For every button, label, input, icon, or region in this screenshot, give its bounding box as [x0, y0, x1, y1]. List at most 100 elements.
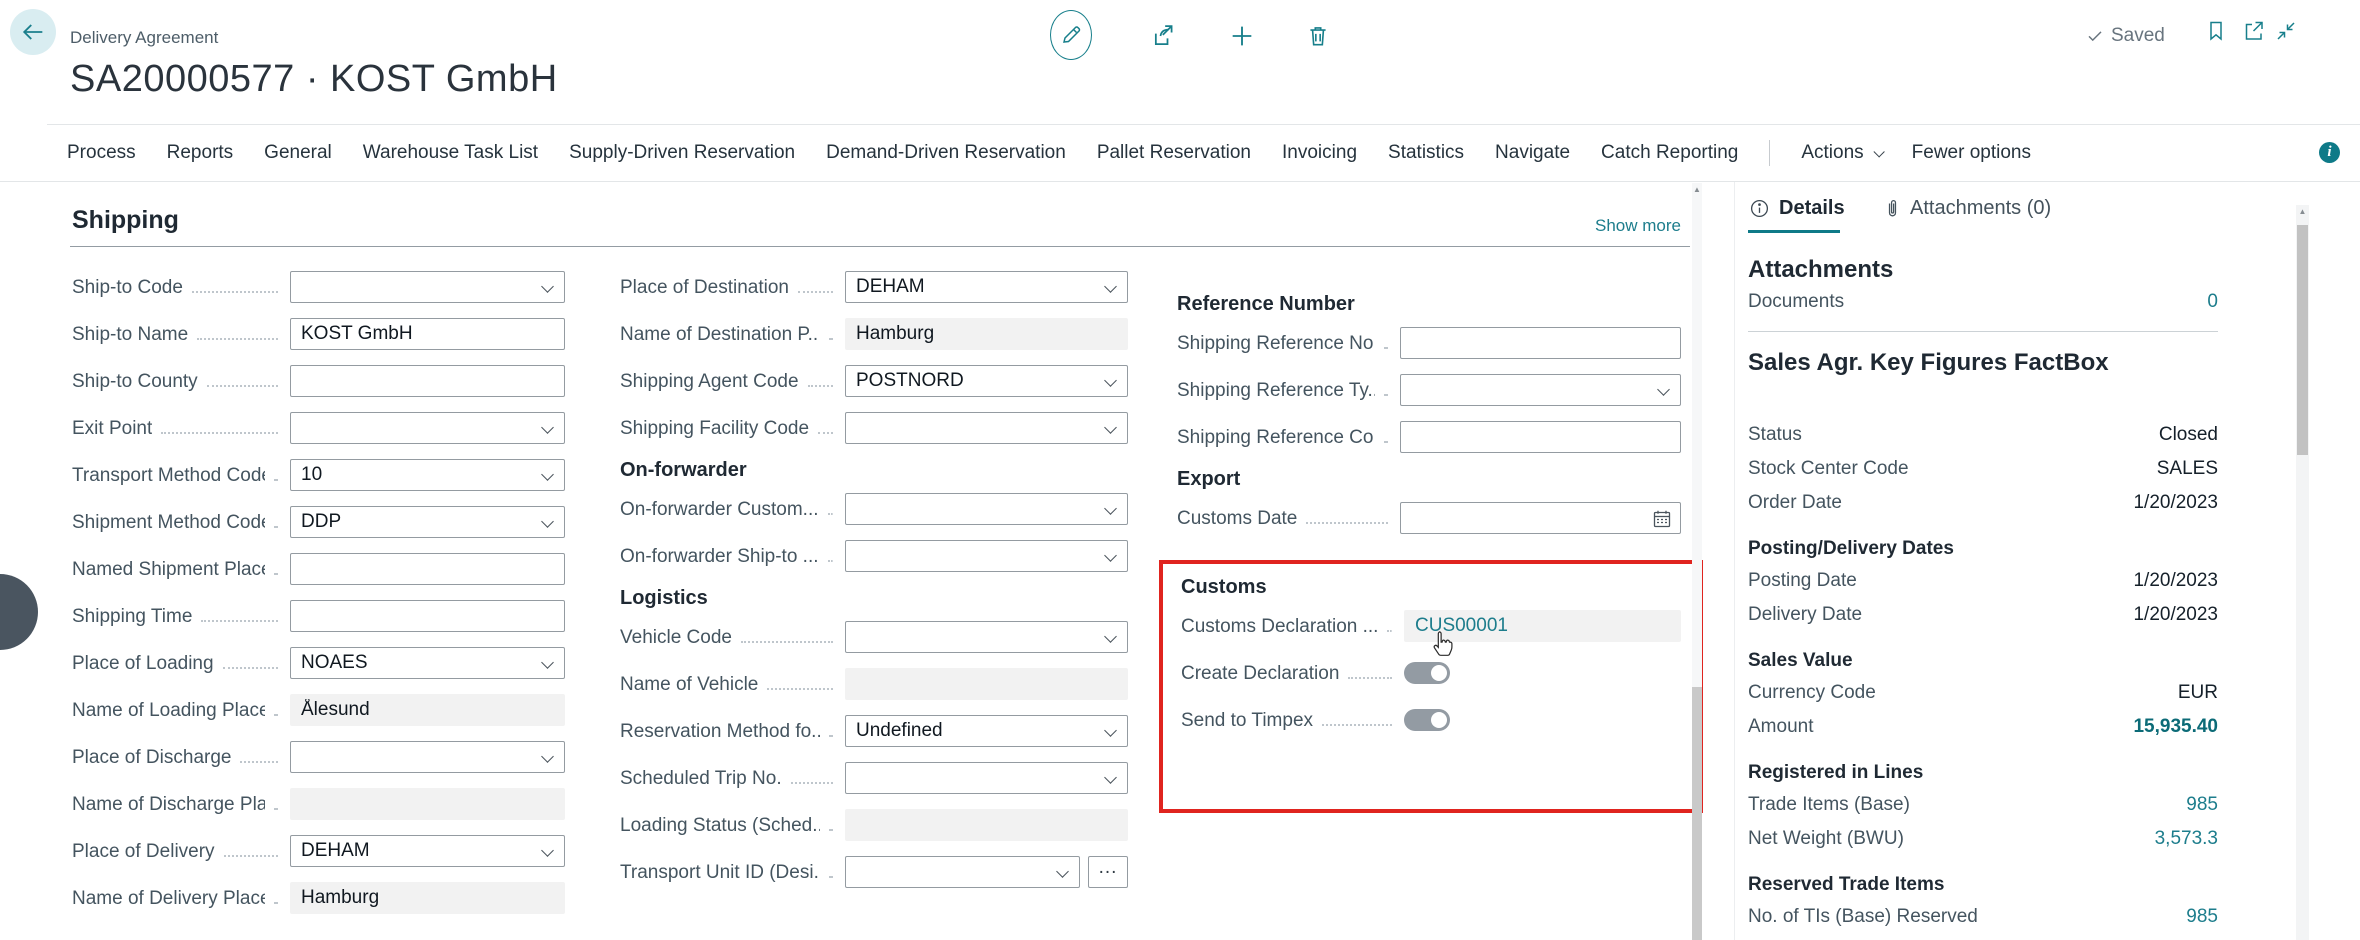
factbox-label: Status [1748, 424, 1802, 446]
factbox-value-status: Closed [2159, 424, 2218, 446]
shipment-method-code-combo[interactable]: DDP [290, 506, 565, 538]
place-of-delivery-combo[interactable]: DEHAM [290, 835, 565, 867]
customs-date-date-input[interactable] [1400, 502, 1681, 534]
send-to-timpex-toggle[interactable] [1404, 709, 1450, 731]
field-row-name-of-destination-p: Name of Destination P...Hamburg [620, 318, 1128, 350]
sidebar-scrollbar-thumb[interactable] [2297, 225, 2308, 455]
chevron-down-icon [541, 844, 554, 857]
field-label: Transport Unit ID (Desi... [620, 861, 845, 884]
menu-item-pallet-reservation[interactable]: Pallet Reservation [1097, 142, 1251, 164]
menu-item-invoicing[interactable]: Invoicing [1282, 142, 1357, 164]
transport-unit-id-desi-combo[interactable] [845, 856, 1080, 888]
menu-item-process[interactable]: Process [67, 142, 136, 164]
calendar-icon[interactable] [1652, 509, 1672, 529]
exit-point-combo[interactable] [290, 412, 565, 444]
bookmark-button[interactable] [2204, 18, 2228, 44]
delete-button[interactable] [1305, 22, 1331, 50]
shipping-reference-co-input[interactable] [1400, 421, 1681, 453]
place-of-discharge-combo[interactable] [290, 741, 565, 773]
named-shipment-place-input[interactable] [290, 553, 565, 585]
vehicle-code-combo[interactable] [845, 621, 1128, 653]
field-row-name-of-discharge-pla: Name of Discharge Pla... [72, 788, 565, 820]
scroll-up-arrow[interactable]: ▲ [2296, 207, 2309, 217]
shipping-reference-ty-combo[interactable] [1400, 374, 1681, 406]
documents-count-link[interactable]: 0 [2207, 291, 2218, 313]
field-row-shipping-agent-code: Shipping Agent CodePOSTNORD [620, 365, 1128, 397]
menu-item-fewer-options[interactable]: Fewer options [1912, 142, 2031, 164]
field-label: Name of Loading Place [72, 699, 290, 722]
shipping-reference-no-input[interactable] [1400, 327, 1681, 359]
factbox-value-net-weight-bwu[interactable]: 3,573.3 [2155, 828, 2218, 850]
menu-item-navigate[interactable]: Navigate [1495, 142, 1570, 164]
main-scrollbar-thumb[interactable] [1692, 687, 1702, 940]
field-row-transport-unit-id-desi: Transport Unit ID (Desi...... [620, 856, 1128, 888]
reservation-method-fo-combo[interactable]: Undefined [845, 715, 1128, 747]
ship-to-name-input[interactable]: KOST GmbH [290, 318, 565, 350]
ship-to-county-input[interactable] [290, 365, 565, 397]
factbox-row-posting-date: Posting Date1/20/2023 [1748, 564, 2218, 598]
edit-button[interactable] [1050, 10, 1092, 60]
ship-to-code-combo[interactable] [290, 271, 565, 303]
share-button[interactable] [1150, 22, 1178, 50]
factbox-value-trade-items-base[interactable]: 985 [2186, 794, 2218, 816]
assist-edit-button[interactable]: ... [1088, 856, 1128, 888]
on-forwarder-ship-to-combo[interactable] [845, 540, 1128, 572]
field-label: On-forwarder Custom... [620, 498, 845, 521]
menu-item-catch-reporting[interactable]: Catch Reporting [1601, 142, 1738, 164]
shipping-facility-code-combo[interactable] [845, 412, 1128, 444]
field-label: Scheduled Trip No. [620, 767, 845, 790]
tab-details[interactable]: Details [1749, 197, 1845, 220]
info-icon[interactable]: i [2319, 142, 2340, 163]
field-row-transport-method-code: Transport Method Code10 [72, 459, 565, 491]
factbox-group-sales-value: Sales Value [1748, 646, 2218, 676]
add-button[interactable] [1228, 22, 1256, 50]
tab-attachments[interactable]: Attachments (0) [1884, 197, 2051, 220]
trash-icon [1305, 22, 1331, 50]
factbox-value-delivery-date: 1/20/2023 [2133, 604, 2218, 626]
field-label: Exit Point [72, 417, 290, 440]
back-button[interactable] [10, 9, 56, 55]
shipping-section-rule [70, 246, 1690, 247]
shipping-time-input[interactable] [290, 600, 565, 632]
chevron-down-icon [1873, 146, 1884, 157]
group-header-export: Export [1177, 468, 1681, 494]
menu-item-general[interactable]: General [264, 142, 332, 164]
menu-item-actions[interactable]: Actions [1801, 142, 1880, 164]
factbox-value-amount[interactable]: 15,935.40 [2133, 716, 2218, 738]
menu-item-warehouse-task-list[interactable]: Warehouse Task List [363, 142, 538, 164]
show-more-link[interactable]: Show more [1595, 216, 1681, 236]
place-of-destination-combo[interactable]: DEHAM [845, 271, 1128, 303]
scroll-up-arrow[interactable]: ▲ [1692, 185, 1702, 195]
menu-item-demand-driven-reservation[interactable]: Demand-Driven Reservation [826, 142, 1066, 164]
field-label: Place of Discharge [72, 746, 290, 769]
open-window-button[interactable] [2242, 18, 2266, 44]
pane-divider [1734, 182, 1735, 940]
menu-item-statistics[interactable]: Statistics [1388, 142, 1464, 164]
factbox-group-reserved-trade-items: Reserved Trade Items [1748, 870, 2218, 900]
name-of-discharge-pla-readonly-field [290, 788, 565, 820]
create-declaration-toggle[interactable] [1404, 662, 1450, 684]
floating-action-circle[interactable] [0, 574, 38, 650]
chevron-down-icon [541, 280, 554, 293]
factbox-label: Stock Center Code [1748, 458, 1909, 480]
collapse-button[interactable] [2274, 18, 2298, 44]
main-scrollbar[interactable]: ▲ [1692, 183, 1702, 940]
scheduled-trip-no-combo[interactable] [845, 762, 1128, 794]
shipping-agent-code-combo[interactable]: POSTNORD [845, 365, 1128, 397]
on-forwarder-custom-combo[interactable] [845, 493, 1128, 525]
chevron-down-icon [1104, 374, 1117, 387]
field-row-shipment-method-code: Shipment Method CodeDDP [72, 506, 565, 538]
chevron-down-icon [541, 421, 554, 434]
field-row-vehicle-code: Vehicle Code [620, 621, 1128, 653]
place-of-loading-combo[interactable]: NOAES [290, 647, 565, 679]
field-row-on-forwarder-custom: On-forwarder Custom... [620, 493, 1128, 525]
factbox-value-no-of-tis-base-reserved[interactable]: 985 [2186, 906, 2218, 928]
mouse-cursor-hand [1428, 628, 1458, 662]
sidebar-scrollbar[interactable]: ▲ [2296, 205, 2309, 940]
field-row-ship-to-code: Ship-to Code [72, 271, 565, 303]
field-label: Ship-to County [72, 370, 290, 393]
transport-method-code-combo[interactable]: 10 [290, 459, 565, 491]
menu-item-supply-driven-reservation[interactable]: Supply-Driven Reservation [569, 142, 795, 164]
menu-item-reports[interactable]: Reports [167, 142, 234, 164]
factbox-label: Net Weight (BWU) [1748, 828, 1904, 850]
